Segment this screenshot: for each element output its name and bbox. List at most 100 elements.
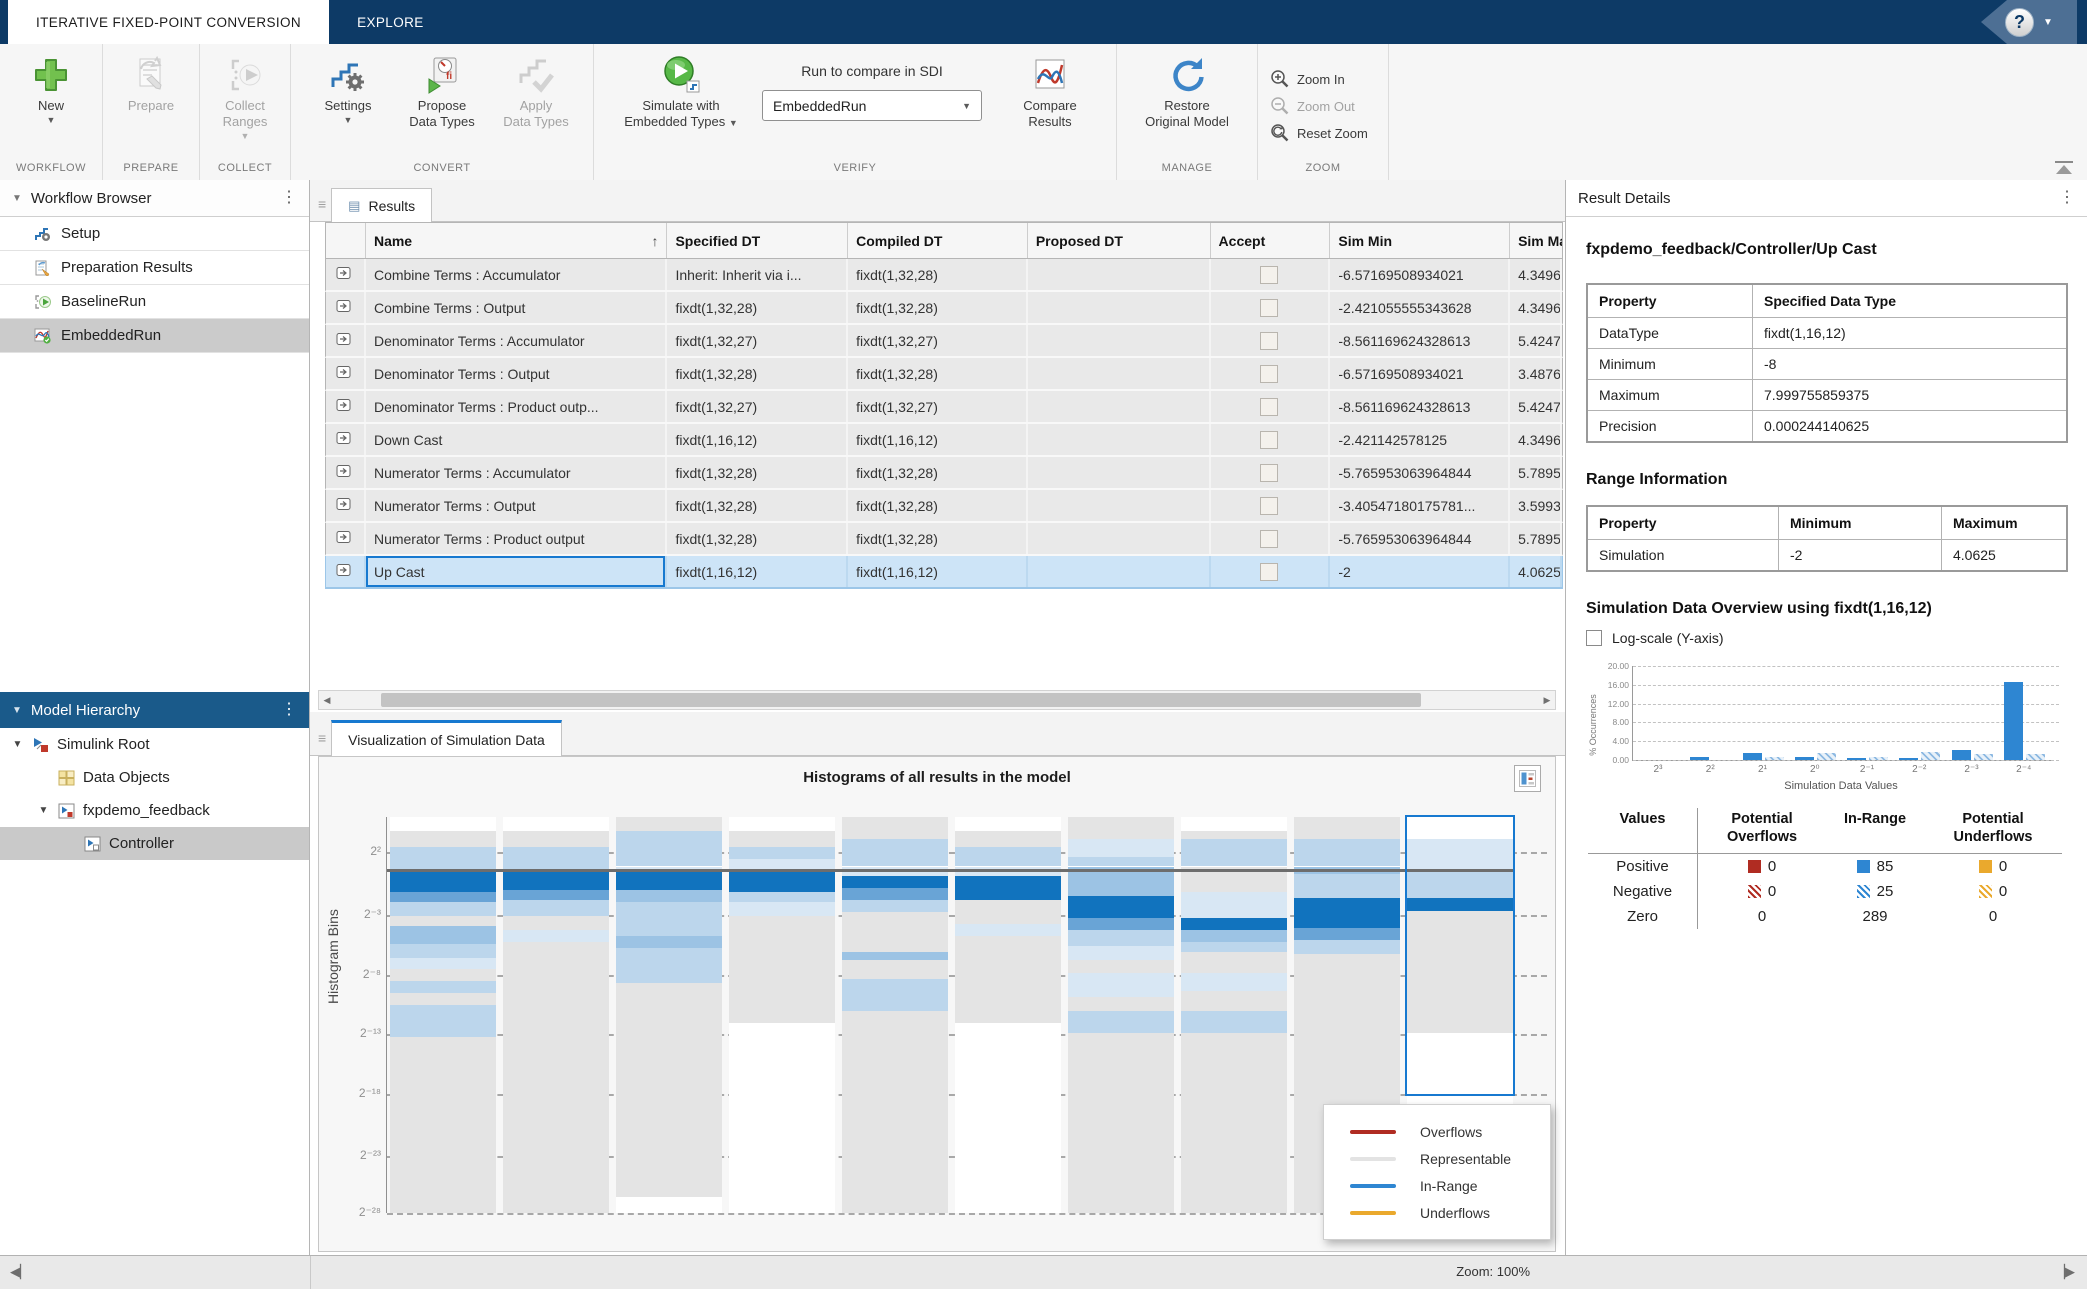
histogram-column-numerator-terms-accumulator[interactable]	[1068, 817, 1174, 1213]
tree-item-simulink-root[interactable]: ▼ Simulink Root	[0, 728, 309, 761]
propose-data-types-button[interactable]: fi Propose Data Types	[395, 51, 489, 130]
accept-checkbox[interactable]	[1260, 298, 1279, 317]
log-scale-checkbox-row[interactable]: Log-scale (Y-axis)	[1586, 630, 2073, 646]
accept-cell[interactable]	[1211, 490, 1331, 521]
legend-item-underflows: Underflows	[1350, 1199, 1550, 1226]
histogram-segment	[390, 892, 496, 903]
accept-checkbox[interactable]	[1260, 529, 1279, 548]
result-row-denominator-terms-output[interactable]: Denominator Terms : Output fixdt(1,32,28)…	[325, 358, 1563, 391]
tab-results[interactable]: ▤ Results	[331, 188, 433, 222]
column-header-proposed-dt[interactable]: Proposed DT	[1028, 223, 1211, 258]
accept-checkbox[interactable]	[1260, 364, 1279, 383]
workflow-item-setup[interactable]: Setup	[0, 217, 309, 251]
result-row-down-cast[interactable]: Down Cast fixdt(1,16,12) fixdt(1,16,12) -2.…	[325, 424, 1563, 457]
result-row-denominator-terms-product-outp[interactable]: Denominator Terms : Product outp... fixdt…	[325, 391, 1563, 424]
accept-checkbox[interactable]	[1260, 430, 1279, 449]
workflow-item-baselinerun[interactable]: BaselineRun	[0, 285, 309, 319]
result-row-numerator-terms-output[interactable]: Numerator Terms : Output fixdt(1,32,28) fi…	[325, 490, 1563, 523]
restore-original-model-button[interactable]: Restore Original Model	[1127, 51, 1247, 130]
accept-checkbox[interactable]	[1260, 496, 1279, 515]
column-header-specified-dt[interactable]: Specified DT	[667, 223, 849, 258]
accept-cell[interactable]	[1211, 358, 1331, 389]
kebab-icon[interactable]: ⋮	[2059, 190, 2075, 206]
tree-item-data-objects[interactable]: Data Objects	[0, 761, 309, 794]
scrollbar-thumb[interactable]	[381, 693, 1421, 707]
proposed-dt-cell	[1028, 325, 1211, 356]
tab-explore[interactable]: EXPLORE	[329, 0, 452, 44]
tab-iterative-fixed-point-conversion[interactable]: ITERATIVE FIXED-POINT CONVERSION	[8, 0, 330, 44]
horizontal-scrollbar[interactable]: ◀ ▶	[318, 690, 1556, 710]
accept-cell[interactable]	[1211, 391, 1331, 422]
tree-item-controller[interactable]: Controller	[0, 827, 309, 860]
tree-expander-icon[interactable]: ▼	[10, 739, 25, 750]
section-label-convert: CONVERT	[413, 162, 471, 174]
result-row-combine-terms-accumulator[interactable]: Combine Terms : Accumulator Inherit: Inhe…	[325, 259, 1563, 292]
accept-cell[interactable]	[1211, 424, 1331, 455]
column-header-sim-max[interactable]: Sim Max	[1510, 223, 1562, 258]
accept-cell[interactable]	[1211, 523, 1331, 554]
reset-zoom-button[interactable]: Reset Zoom	[1258, 120, 1380, 147]
sim-max-cell: 4.3496	[1510, 424, 1562, 455]
run-select-dropdown[interactable]: EmbeddedRun ▼	[762, 90, 982, 121]
scroll-left-icon[interactable]: ◀	[319, 695, 335, 706]
histogram-column-denominator-terms-product-output[interactable]	[842, 817, 948, 1213]
accept-cell[interactable]	[1211, 457, 1331, 488]
histogram-column-denominator-terms-accumulator[interactable]	[616, 817, 722, 1213]
workflow-item-preparation-results[interactable]: Preparation Results	[0, 251, 309, 285]
result-row-numerator-terms-product-output[interactable]: Numerator Terms : Product output fixdt(1,…	[325, 523, 1563, 556]
settings-button[interactable]: Settings ▼	[301, 51, 395, 125]
column-header-compiled-dt[interactable]: Compiled DT	[848, 223, 1028, 258]
expand-right-panel-icon[interactable]: ▕▶	[2055, 1264, 2075, 1280]
accept-cell[interactable]	[1211, 259, 1331, 290]
column-header-accept[interactable]: Accept	[1211, 223, 1331, 258]
column-header-sim-min[interactable]: Sim Min	[1330, 223, 1511, 258]
accept-cell[interactable]	[1211, 292, 1331, 323]
apply-data-types-button[interactable]: Apply Data Types	[489, 51, 583, 130]
collect-ranges-button[interactable]: Collect Ranges ▼	[200, 51, 290, 141]
simulate-with-embedded-types-button[interactable]: Simulate with Embedded Types ▼	[606, 51, 756, 130]
chevron-down-icon[interactable]: ▼	[12, 193, 22, 204]
chevron-down-icon[interactable]: ▼	[12, 705, 22, 716]
kebab-icon[interactable]: ⋮	[281, 702, 297, 718]
tree-expander-icon[interactable]: ▼	[36, 805, 51, 816]
result-row-combine-terms-output[interactable]: Combine Terms : Output fixdt(1,32,28) fixd…	[325, 292, 1563, 325]
panel-grip-icon[interactable]: ≡	[318, 196, 326, 212]
help-button[interactable]: ? ▼	[1981, 0, 2077, 44]
accept-cell[interactable]	[1211, 325, 1331, 356]
histogram-column-combine-terms-accumulator[interactable]	[390, 817, 496, 1213]
collapse-left-panel-icon[interactable]: ◀▏	[10, 1264, 30, 1280]
accept-checkbox[interactable]	[1260, 463, 1279, 482]
histogram-column-denominator-terms-output[interactable]	[729, 817, 835, 1213]
accept-checkbox[interactable]	[1260, 397, 1279, 416]
overview-gridline	[1633, 760, 2059, 761]
compare-results-button[interactable]: Compare Results	[996, 51, 1104, 130]
result-row-up-cast[interactable]: Up Cast fixdt(1,16,12) fixdt(1,16,12) -2 4.0…	[325, 556, 1563, 589]
log-scale-checkbox[interactable]	[1586, 630, 1602, 646]
kebab-icon[interactable]: ⋮	[281, 190, 297, 206]
setup-icon	[34, 226, 52, 242]
accept-checkbox[interactable]	[1260, 331, 1279, 350]
new-button[interactable]: New ▼	[4, 51, 98, 125]
proposed-dt-cell	[1028, 556, 1211, 587]
result-row-numerator-terms-accumulator[interactable]: Numerator Terms : Accumulator fixdt(1,32,…	[325, 457, 1563, 490]
histogram-column-down-cast[interactable]	[955, 817, 1061, 1213]
accept-cell[interactable]	[1211, 556, 1331, 587]
workflow-item-embeddedrun[interactable]: EmbeddedRun	[0, 319, 309, 353]
tree-item-fxpdemo-feedback[interactable]: ▼ fxpdemo_feedback	[0, 794, 309, 827]
histogram-column-numerator-terms-output[interactable]	[1181, 817, 1287, 1213]
accept-checkbox[interactable]	[1260, 265, 1279, 284]
column-header-icon[interactable]	[326, 223, 366, 258]
plot-options-button[interactable]	[1514, 765, 1541, 792]
sort-ascending-icon[interactable]: ↑	[651, 233, 658, 249]
collapse-ribbon-button[interactable]	[2055, 161, 2073, 174]
zoom-out-button[interactable]: Zoom Out	[1258, 93, 1367, 120]
zoom-in-button[interactable]: Zoom In	[1258, 66, 1357, 93]
scroll-right-icon[interactable]: ▶	[1539, 695, 1555, 706]
panel-grip-icon[interactable]: ≡	[318, 730, 326, 746]
histogram-column-combine-terms-output[interactable]	[503, 817, 609, 1213]
prepare-button[interactable]: Prepare	[104, 51, 198, 114]
accept-checkbox[interactable]	[1260, 562, 1279, 581]
result-row-denominator-terms-accumulator[interactable]: Denominator Terms : Accumulator fixdt(1,3…	[325, 325, 1563, 358]
column-header-name[interactable]: Name ↑	[366, 223, 668, 258]
tab-visualization[interactable]: Visualization of Simulation Data	[331, 720, 562, 756]
